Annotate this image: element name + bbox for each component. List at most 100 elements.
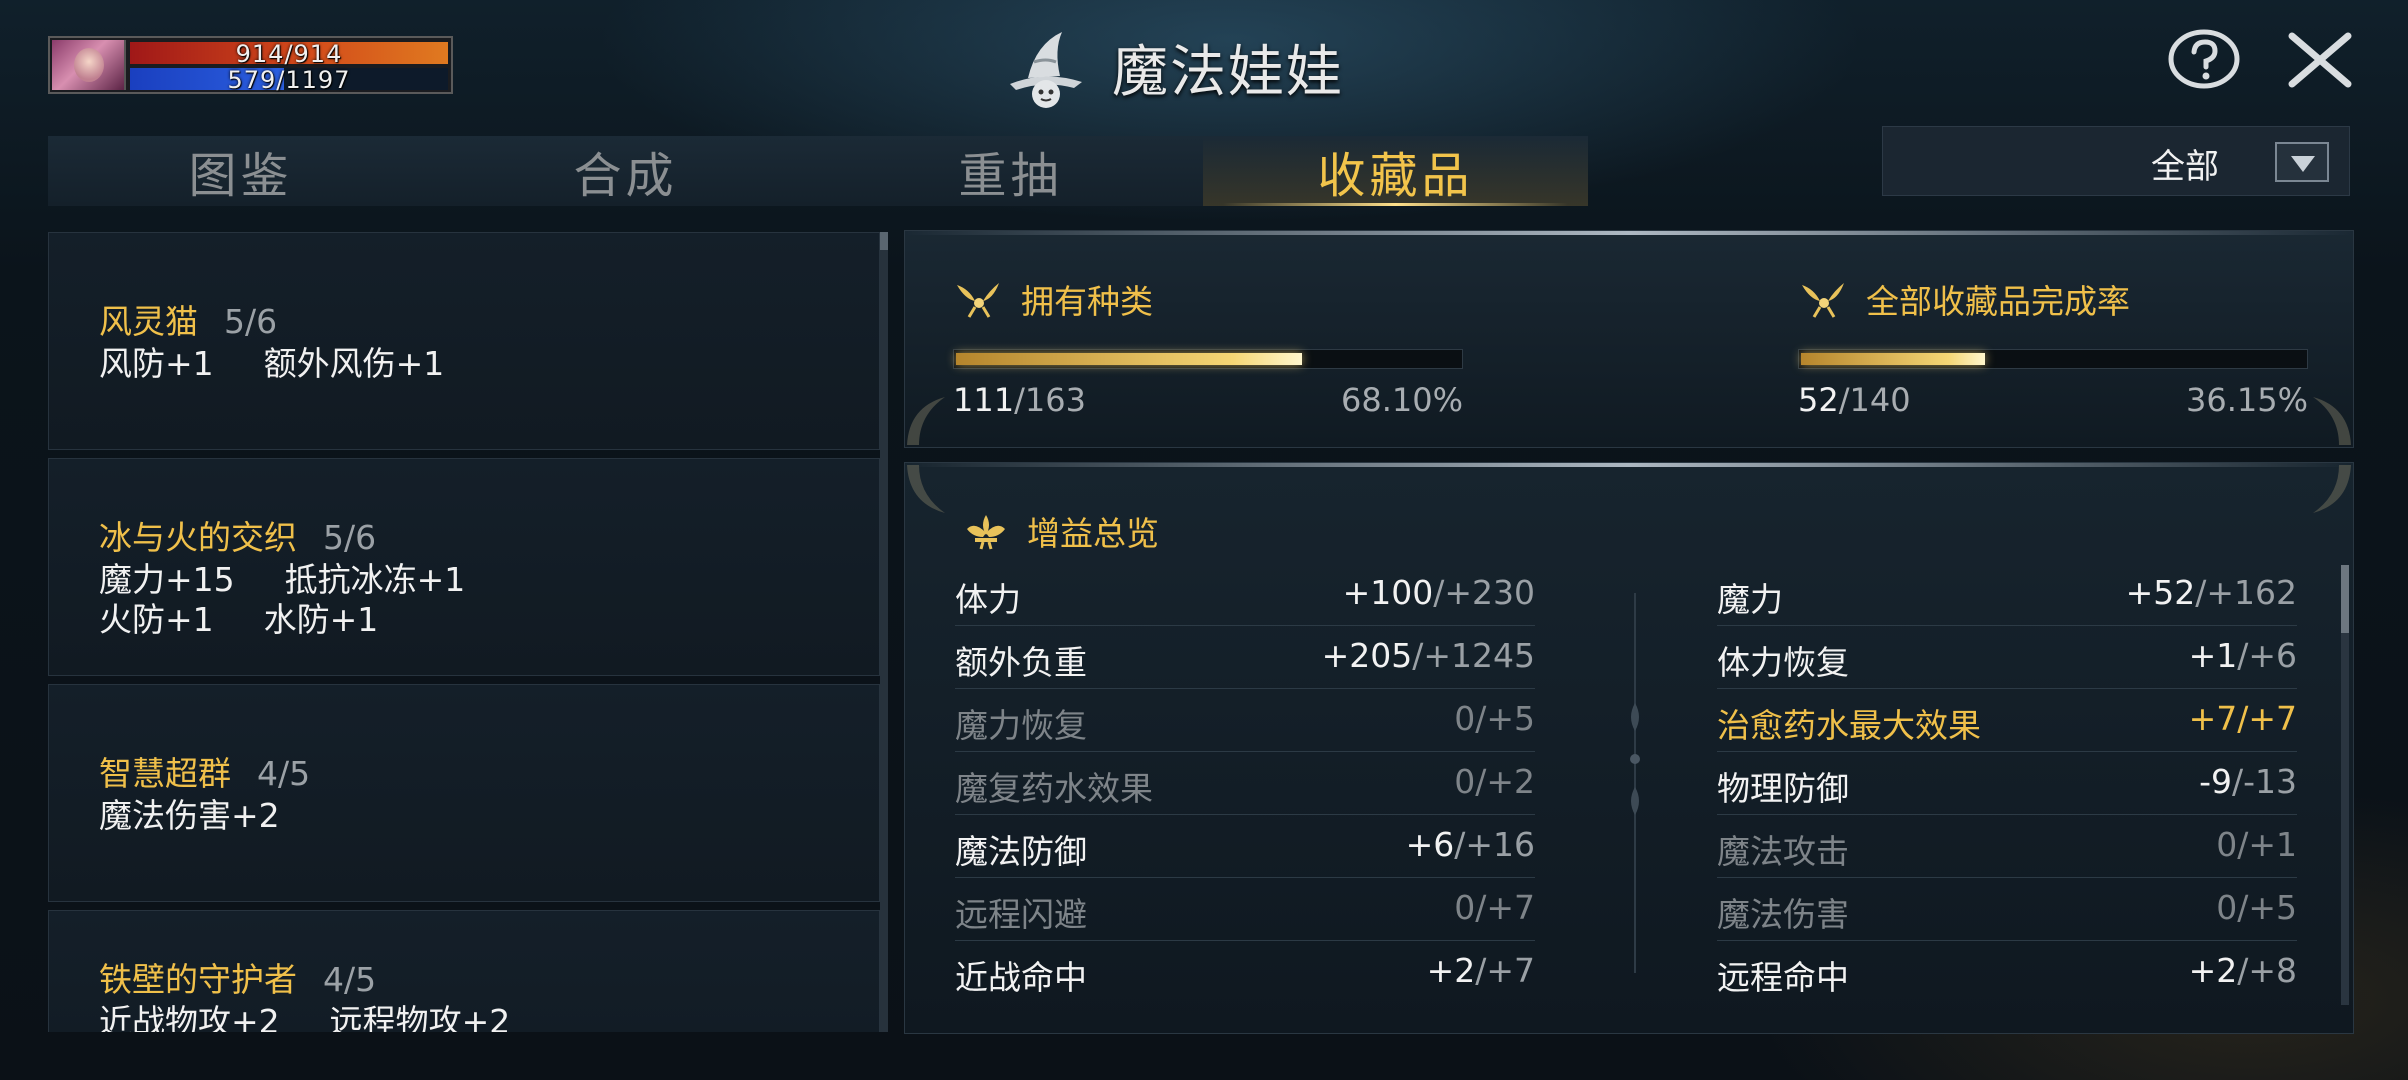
- page-title: 魔法娃娃: [1112, 39, 1344, 105]
- filter-selected: 全部: [2151, 147, 2219, 187]
- stats-panel: 拥有种类 111/163 68.10% 全部收藏品完成率 52/140 36.1…: [904, 230, 2354, 448]
- corner-ornament-icon: [2313, 465, 2351, 513]
- hp-bar: 914/914: [130, 40, 448, 68]
- owned-count: 111: [953, 381, 1015, 419]
- collection-title: 智慧超群 4/5: [99, 747, 310, 795]
- bonus-current: 0: [1454, 699, 1476, 738]
- bonus-current: +205: [1321, 636, 1413, 675]
- tab-reroll[interactable]: 重抽: [818, 136, 1203, 206]
- collection-card[interactable]: 铁壁的守护者 4/5 近战物攻+2 远程物攻+2: [48, 910, 880, 1032]
- bonus-row: 魔法伤害 0/+5: [1717, 878, 2297, 941]
- bonus-column-right: 魔力 +52/+162 体力恢复 +1/+6 治愈药水最大效果 +7/+7 物理防御 -9/-…: [1717, 563, 2297, 1004]
- bonus-value: +6/+16: [1406, 825, 1535, 864]
- fleur-de-lis-icon: [967, 515, 1005, 550]
- bonus-value: 0/+1: [2216, 825, 2297, 864]
- owned-total: /163: [1014, 381, 1086, 419]
- bonus-row: 魔力恢复 0/+5: [955, 689, 1535, 752]
- owned-types-block: 拥有种类 111/163 68.10%: [953, 275, 1463, 419]
- hp-text: 914/914: [235, 40, 343, 68]
- collection-count: 4/5: [323, 960, 377, 999]
- collection-name: 风灵猫: [99, 302, 198, 341]
- player-avatar[interactable]: [52, 40, 126, 90]
- collection-effects: 近战物攻+2 远程物攻+2: [99, 995, 510, 1032]
- fairy-icon: [957, 283, 999, 318]
- column-divider: [1630, 593, 1640, 973]
- bonus-row: 体力 +100/+230: [955, 563, 1535, 626]
- filter-dropdown[interactable]: 全部: [1882, 126, 2350, 196]
- bonus-max: /+7: [1475, 888, 1535, 927]
- effect-text: 近战物攻+2: [99, 1002, 280, 1032]
- owned-types-numbers: 111/163 68.10%: [953, 381, 1463, 419]
- tab-synthesis[interactable]: 合成: [433, 136, 818, 206]
- effect-text: 水防+1: [263, 600, 379, 639]
- bonus-max: /+230: [1433, 573, 1535, 612]
- bonus-row: 远程命中 +2/+8: [1717, 941, 2297, 1004]
- completion-count: 52: [1798, 381, 1839, 419]
- bonus-max: /+5: [2237, 888, 2297, 927]
- collection-count: 5/6: [224, 302, 278, 341]
- bonus-current: -9: [2199, 762, 2232, 801]
- bonus-row: 远程闪避 0/+7: [955, 878, 1535, 941]
- owned-percent: 68.10%: [1340, 381, 1463, 419]
- owned-types-progress-fill: [956, 353, 1302, 365]
- bonus-max: /+5: [1475, 699, 1535, 738]
- bonus-row: 魔复药水效果 0/+2: [955, 752, 1535, 815]
- collection-effects: 魔法伤害+2: [99, 789, 280, 837]
- bonus-max: /+1: [2237, 825, 2297, 864]
- bonus-max: /+162: [2195, 573, 2297, 612]
- bonus-max: /+7: [1475, 951, 1535, 990]
- effect-text: 额外风伤+1: [263, 344, 445, 383]
- owned-types-title: 拥有种类: [953, 275, 1463, 323]
- title-area: 魔法娃娃: [990, 22, 1344, 112]
- help-icon[interactable]: [2166, 28, 2242, 90]
- bonus-current: +7: [2188, 699, 2238, 738]
- bonus-value: -9/-13: [2199, 762, 2297, 801]
- bonus-max: /+7: [2237, 699, 2297, 738]
- bonus-value: +205/+1245: [1322, 636, 1535, 675]
- mp-text: 579/1197: [227, 66, 351, 94]
- collection-card[interactable]: 智慧超群 4/5 魔法伤害+2: [48, 684, 880, 902]
- bonus-current: +2: [1426, 951, 1476, 990]
- completion-title: 全部收藏品完成率: [1798, 275, 2308, 323]
- bonus-name: 远程闪避: [955, 895, 1087, 934]
- collection-count: 5/6: [323, 518, 377, 557]
- owned-types-label: 拥有种类: [1021, 282, 1153, 321]
- bonus-scrollbar[interactable]: [2341, 565, 2349, 1005]
- bonus-name: 远程命中: [1717, 958, 1849, 997]
- collection-title: 风灵猫 5/6: [99, 295, 277, 343]
- bonus-value: +52/+162: [2126, 573, 2297, 612]
- tab-collection[interactable]: 收藏品: [1203, 136, 1588, 206]
- mp-bar: 579/1197: [130, 66, 448, 94]
- fairy-icon: [1802, 283, 1844, 318]
- bonus-row: 物理防御 -9/-13: [1717, 752, 2297, 815]
- owned-types-progress: [953, 349, 1463, 369]
- effect-text: 火防+1: [99, 600, 214, 639]
- completion-block: 全部收藏品完成率 52/140 36.15%: [1798, 275, 2308, 419]
- collection-title: 冰与火的交织 5/6: [99, 511, 376, 559]
- bonus-name: 魔法攻击: [1717, 832, 1849, 871]
- collection-card[interactable]: 冰与火的交织 5/6 魔力+15 抵抗冰冻+1 火防+1 水防+1: [48, 458, 880, 676]
- collection-card[interactable]: 风灵猫 5/6 风防+1 额外风伤+1: [48, 232, 880, 450]
- tab-codex[interactable]: 图鉴: [48, 136, 433, 206]
- bonus-max: /+6: [2237, 636, 2297, 675]
- bonus-max: /-13: [2231, 762, 2297, 801]
- bonus-row: 魔力 +52/+162: [1717, 563, 2297, 626]
- bonus-current: +100: [1342, 573, 1434, 612]
- bonus-value: 0/+2: [1454, 762, 1535, 801]
- chevron-down-icon[interactable]: [2275, 142, 2329, 182]
- bonus-value: +2/+8: [2189, 951, 2297, 990]
- bonus-max: /+2: [1475, 762, 1535, 801]
- corner-ornament-icon: [907, 465, 945, 513]
- completion-label: 全部收藏品完成率: [1866, 282, 2130, 321]
- bonus-row: 体力恢复 +1/+6: [1717, 626, 2297, 689]
- bonus-title: 增益总览: [961, 507, 1159, 555]
- collection-count: 4/5: [257, 754, 311, 793]
- bonus-row: 治愈药水最大效果 +7/+7: [1717, 689, 2297, 752]
- bonus-value: 0/+5: [2216, 888, 2297, 927]
- list-scrollbar[interactable]: [880, 232, 888, 1032]
- bonus-current: +2: [2188, 951, 2238, 990]
- collection-list[interactable]: 风灵猫 5/6 风防+1 额外风伤+1 冰与火的交织 5/6 魔力+15 抵抗冰冻+1 …: [48, 232, 880, 1032]
- close-icon[interactable]: [2284, 30, 2356, 90]
- bonus-max: /+1245: [1412, 636, 1535, 675]
- bonus-name: 魔复药水效果: [955, 769, 1153, 808]
